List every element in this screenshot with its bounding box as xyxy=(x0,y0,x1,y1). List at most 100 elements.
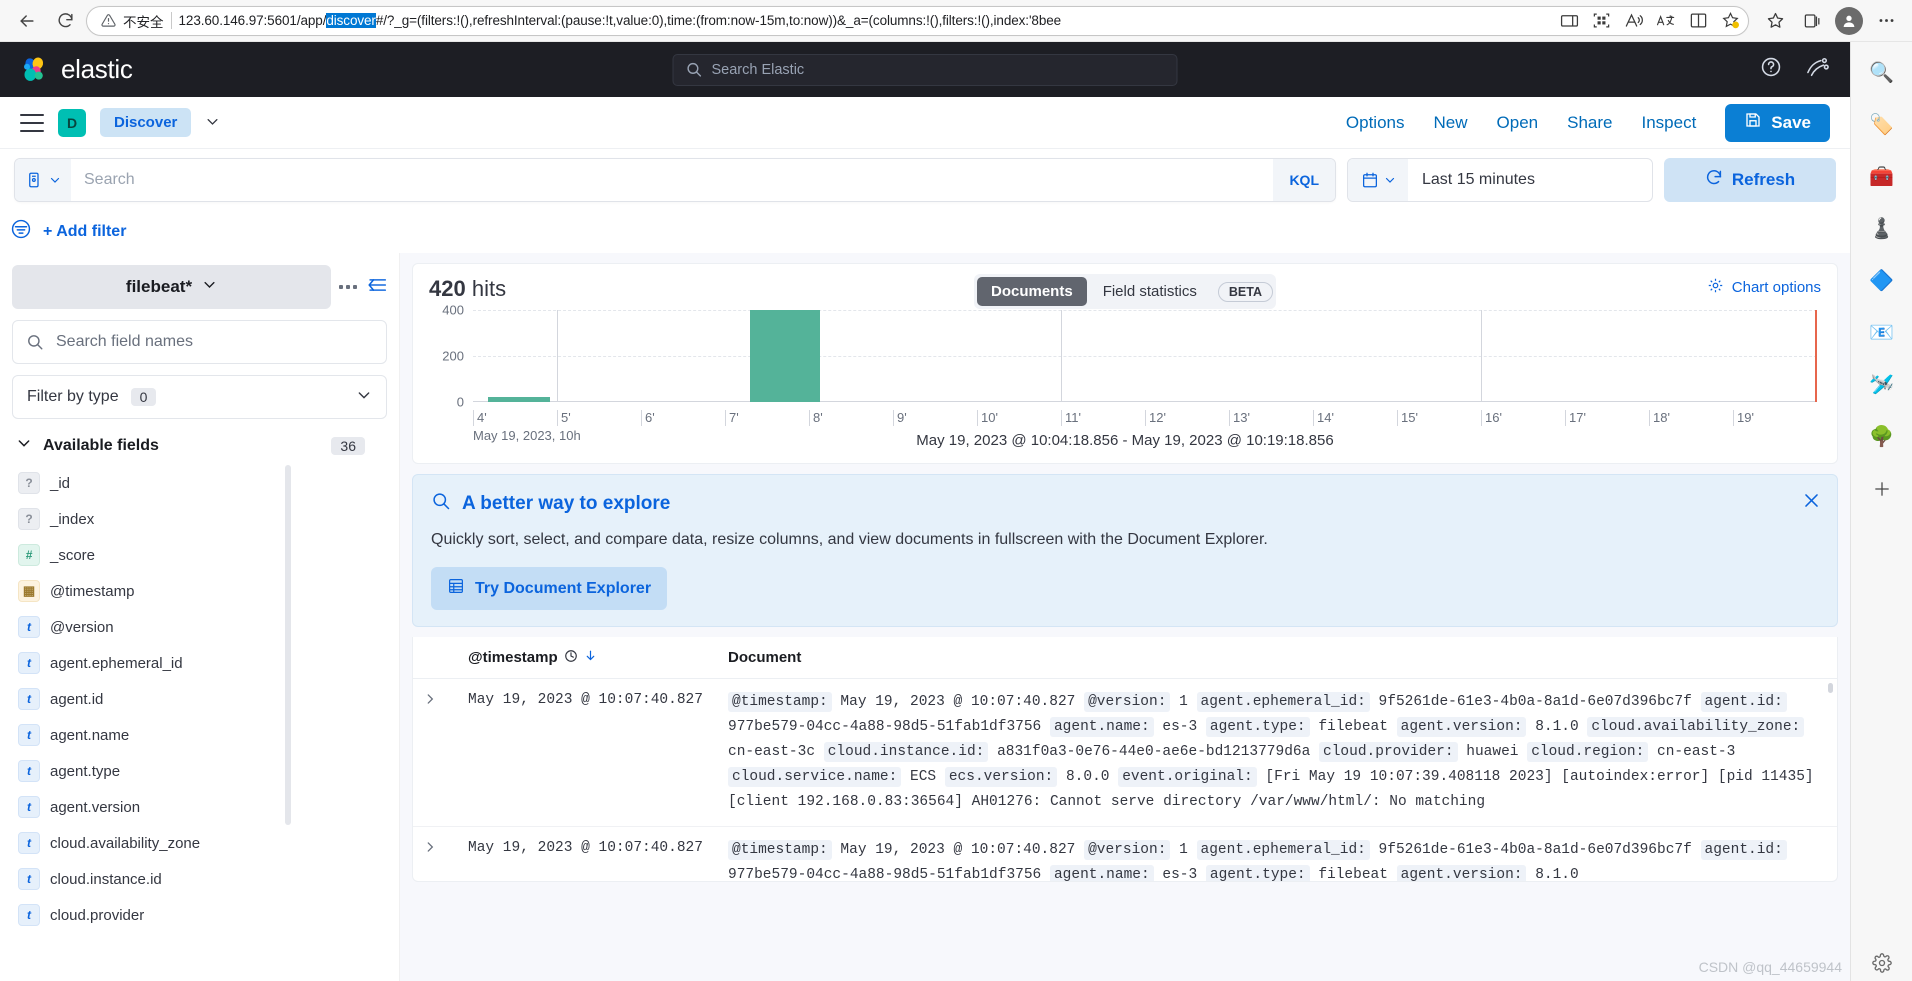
try-document-explorer-label: Try Document Explorer xyxy=(475,579,652,597)
field-value: ECS xyxy=(910,769,937,785)
list-item[interactable]: t agent.type xyxy=(12,753,387,789)
saved-query-icon[interactable] xyxy=(15,158,71,201)
bar[interactable] xyxy=(487,397,550,402)
available-fields-label: Available fields xyxy=(43,436,159,454)
search-icon[interactable]: 🔍 xyxy=(1867,58,1897,88)
filter-by-type-count: 0 xyxy=(130,388,157,406)
list-item[interactable]: t agent.id xyxy=(12,681,387,717)
list-item[interactable]: ? _index xyxy=(12,501,387,537)
date-range-value[interactable]: Last 15 minutes xyxy=(1408,171,1535,189)
new-button[interactable]: New xyxy=(1434,113,1468,133)
field-search-input[interactable]: Search field names xyxy=(12,320,387,364)
reading-mode-icon[interactable] xyxy=(1689,11,1708,30)
chess-icon[interactable]: ♟️ xyxy=(1867,214,1897,244)
add-filter-button[interactable]: + Add filter xyxy=(43,223,126,241)
list-item[interactable]: t agent.version xyxy=(12,789,387,825)
chart-options-button[interactable]: Chart options xyxy=(1707,277,1821,298)
x-tick-label: 18' xyxy=(1649,410,1670,426)
copilot-icon[interactable]: 🔷 xyxy=(1867,266,1897,296)
filter-list-icon[interactable] xyxy=(10,218,32,245)
field-value: filebeat xyxy=(1318,719,1388,735)
translate-icon[interactable] xyxy=(1656,11,1676,30)
share-button[interactable]: Share xyxy=(1567,113,1612,133)
global-search-placeholder: Search Elastic xyxy=(711,61,805,78)
field-key: agent.name: xyxy=(1049,865,1154,881)
histogram-chart[interactable]: 400 200 0 4' 5' 6' 7' 8' 9' 10' 11' 12' … xyxy=(429,303,1821,443)
tab-field-statistics[interactable]: Field statistics xyxy=(1089,277,1211,306)
save-disk-icon xyxy=(1744,111,1762,134)
expand-row-icon[interactable] xyxy=(423,690,468,815)
tab-documents[interactable]: Documents xyxy=(977,277,1087,306)
outlook-icon[interactable]: 📧 xyxy=(1867,318,1897,348)
timestamp-column-header[interactable]: @timestamp xyxy=(468,649,728,667)
collections-icon[interactable] xyxy=(1796,5,1828,37)
table-row[interactable]: May 19, 2023 @ 10:07:40.827 @timestamp: … xyxy=(413,679,1837,827)
favorite-star-icon[interactable] xyxy=(1721,11,1740,30)
search-input[interactable]: Search xyxy=(71,171,1273,189)
list-item[interactable]: ? _id xyxy=(12,465,387,501)
open-button[interactable]: Open xyxy=(1497,113,1539,133)
list-item[interactable]: t agent.name xyxy=(12,717,387,753)
deployment-icon[interactable] xyxy=(1806,56,1830,83)
address-bar[interactable]: 不安全 123.60.146.97:5601/app/discover#/?_g… xyxy=(86,5,1749,36)
add-icon[interactable] xyxy=(1867,474,1897,504)
table-scrollbar[interactable] xyxy=(1828,683,1833,693)
bar[interactable] xyxy=(749,310,820,402)
split-screen-icon[interactable] xyxy=(1560,11,1579,30)
inspect-button[interactable]: Inspect xyxy=(1641,113,1696,133)
more-options-icon[interactable] xyxy=(1870,5,1902,37)
breadcrumb-discover[interactable]: Discover xyxy=(100,108,192,137)
read-aloud-icon[interactable] xyxy=(1624,11,1643,30)
x-tick-label: 11' xyxy=(1061,410,1081,426)
more-dots-icon[interactable] xyxy=(339,285,357,289)
list-item[interactable]: t agent.ephemeral_id xyxy=(12,645,387,681)
paper-plane-icon[interactable]: 🛩️ xyxy=(1867,370,1897,400)
list-item[interactable]: # _score xyxy=(12,537,387,573)
list-item[interactable]: t cloud.provider xyxy=(12,897,387,933)
table-row[interactable]: May 19, 2023 @ 10:07:40.827 @timestamp: … xyxy=(413,827,1837,882)
field-value: filebeat xyxy=(1318,867,1388,882)
apps-grid-icon[interactable] xyxy=(1592,11,1611,30)
list-item[interactable]: t cloud.availability_zone xyxy=(12,825,387,861)
tree-icon[interactable]: 🌳 xyxy=(1867,422,1897,452)
close-icon[interactable] xyxy=(1802,491,1821,516)
vertical-gridline xyxy=(557,310,558,402)
favorites-icon[interactable] xyxy=(1759,5,1791,37)
save-button[interactable]: Save xyxy=(1725,103,1830,142)
field-key: @version: xyxy=(1084,840,1171,860)
field-type-icon: t xyxy=(18,796,40,818)
available-fields-header[interactable]: Available fields 36 xyxy=(12,435,387,456)
reload-icon[interactable] xyxy=(48,4,82,38)
elastic-brand[interactable]: elastic xyxy=(20,54,133,85)
list-item[interactable]: t @version xyxy=(12,609,387,645)
field-key: @timestamp: xyxy=(728,840,832,860)
tag-icon[interactable]: 🏷️ xyxy=(1867,110,1897,140)
options-button[interactable]: Options xyxy=(1346,113,1405,133)
chevron-down-icon[interactable] xyxy=(205,114,220,132)
toolbox-icon[interactable]: 🧰 xyxy=(1867,162,1897,192)
help-icon[interactable] xyxy=(1760,56,1782,83)
query-language-switcher[interactable]: KQL xyxy=(1273,158,1335,201)
field-value: es-3 xyxy=(1162,719,1198,735)
field-type-icon: t xyxy=(18,724,40,746)
back-arrow-icon[interactable] xyxy=(10,4,44,38)
global-search-input[interactable]: Search Elastic xyxy=(672,53,1178,86)
field-list-scrollbar[interactable] xyxy=(285,465,291,825)
index-pattern-selector[interactable]: filebeat* xyxy=(12,265,331,309)
filter-by-type-dropdown[interactable]: Filter by type 0 xyxy=(12,375,387,419)
settings-gear-icon[interactable] xyxy=(1851,953,1912,973)
collapse-panel-icon[interactable] xyxy=(365,276,387,299)
calendar-icon[interactable] xyxy=(1348,158,1408,201)
list-item[interactable]: ▦ @timestamp xyxy=(12,573,387,609)
profile-avatar-icon[interactable] xyxy=(1833,5,1865,37)
sort-desc-icon[interactable] xyxy=(584,649,597,666)
refresh-button[interactable]: Refresh xyxy=(1664,157,1836,202)
field-value: 1 xyxy=(1179,842,1188,858)
expand-row-icon[interactable] xyxy=(423,838,468,881)
list-item[interactable]: t cloud.instance.id xyxy=(12,861,387,897)
document-column-header[interactable]: Document xyxy=(728,649,801,666)
try-document-explorer-button[interactable]: Try Document Explorer xyxy=(431,567,668,610)
search-input-wrapper[interactable]: Search KQL xyxy=(14,157,1336,202)
hamburger-menu-icon[interactable] xyxy=(20,113,44,132)
date-picker[interactable]: Last 15 minutes xyxy=(1347,157,1653,202)
